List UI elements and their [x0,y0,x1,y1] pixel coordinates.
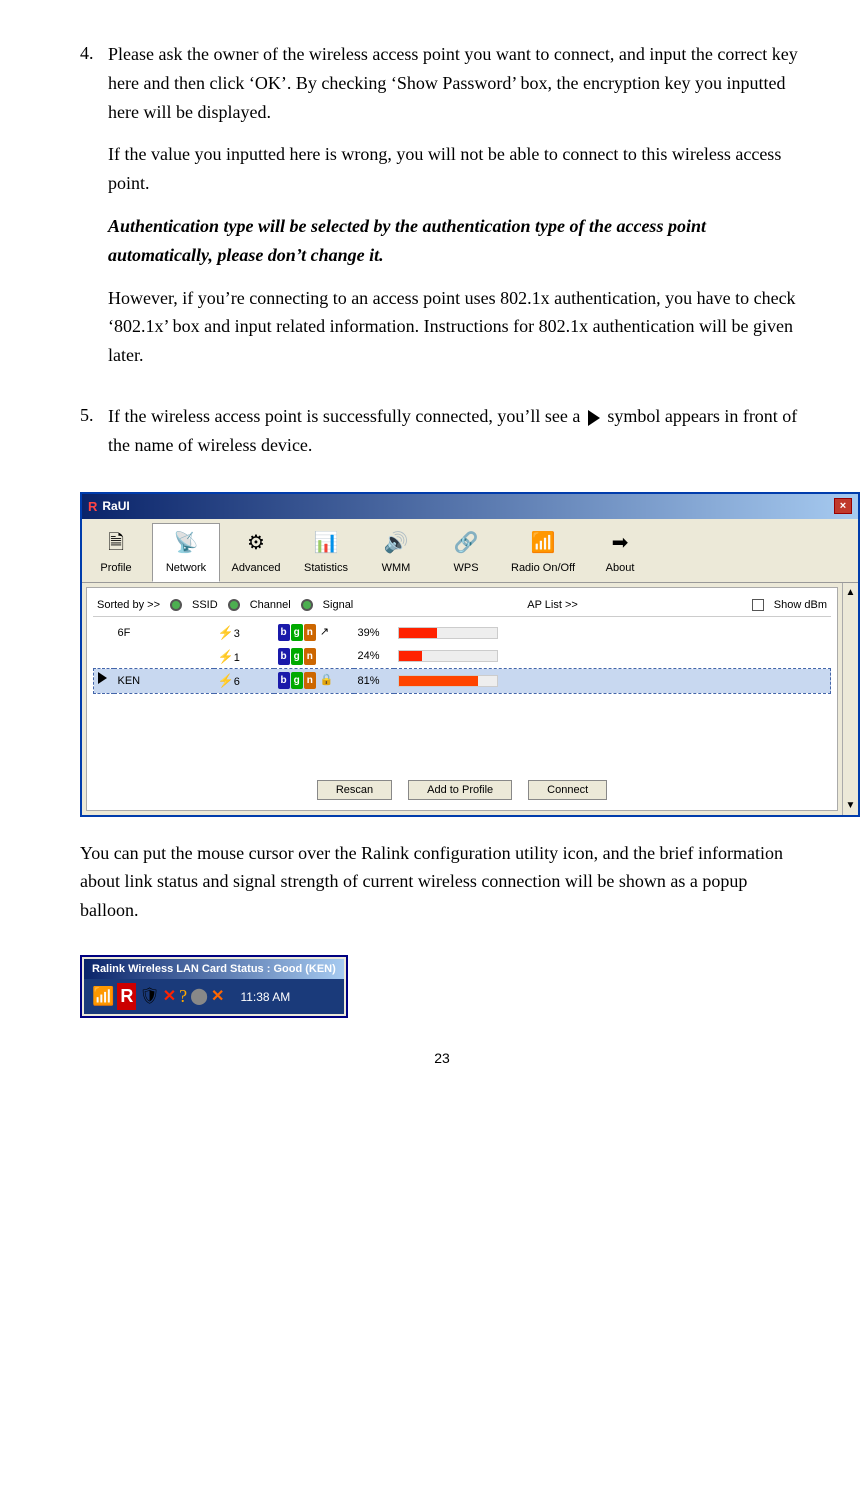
badges-cell: bgn [274,645,354,669]
show-dbm-label: Show dBm [774,597,827,614]
signal-radio [301,599,313,611]
ssid-cell [114,645,214,669]
sorted-by-label: Sorted by >> [97,597,160,614]
tab-radio-onoff[interactable]: 📶 Radio On/Off [502,523,584,582]
scroll-up-arrow[interactable]: ▲ [844,583,858,602]
taskbar-popup-title: Ralink Wireless LAN Card Status : Good (… [84,959,344,980]
item-4-para3: Authentication type will be selected by … [108,212,804,270]
raui-window: R RaUI × 🗎 Profile 📡 Network ⚙ Advanced … [80,492,860,817]
tab-statistics-label: Statistics [304,560,348,577]
badges-cell: bgn ↗ [274,621,354,645]
taskbar-popup: Ralink Wireless LAN Card Status : Good (… [80,955,348,1019]
raui-logo: R [88,497,97,517]
tab-network[interactable]: 📡 Network [152,523,220,582]
tab-about[interactable]: ➡ About [586,523,654,582]
table-row[interactable]: ⚡1 bgn 24% [94,645,831,669]
tab-wmm[interactable]: 🔊 WMM [362,523,430,582]
item-5-number: 5. [80,402,108,474]
about-icon: ➡ [612,528,629,558]
show-dbm-checkbox[interactable] [752,599,764,611]
item-5-text: If the wireless access point is successf… [108,402,804,460]
raui-title: RaUI [102,497,129,515]
tab-about-label: About [606,560,635,577]
wmm-icon: 🔊 [384,528,409,558]
rescan-button[interactable]: Rescan [317,780,392,800]
close-button[interactable]: × [834,498,852,514]
page-number: 23 [80,1048,804,1069]
raui-tabs: 🗎 Profile 📡 Network ⚙ Advanced 📊 Statist… [82,519,858,583]
tab-advanced[interactable]: ⚙ Advanced [222,523,290,582]
radio-icon: 📶 [531,528,556,558]
ssid-cell: 6F [114,621,214,645]
selected-row-arrow [98,672,107,684]
ssid-radio [170,599,182,611]
titlebar-left: R RaUI [88,497,130,517]
taskbar-popup-container: Ralink Wireless LAN Card Status : Good (… [80,943,804,1019]
tab-wmm-label: WMM [382,560,411,577]
signal-bar-cell [394,669,831,694]
item-4-para4: However, if you’re connecting to an acce… [108,284,804,370]
network-icon: 📡 [174,528,199,558]
para-after-window: You can put the mouse cursor over the Ra… [80,839,804,925]
raui-titlebar: R RaUI × [82,494,858,520]
tab-radio-label: Radio On/Off [511,560,575,577]
taskbar-popup-body: 📶 R 🛡 ✕ ? ⬤ ✕ 11:38 AM [84,979,344,1014]
x-red-icon: ✕ [163,985,176,1009]
advanced-icon: ⚙ [247,528,265,558]
tab-wps[interactable]: 🔗 WPS [432,523,500,582]
empty-space [93,694,831,774]
wifi-signal-icon: 📶 [92,983,114,1010]
taskbar-time: 11:38 AM [240,988,290,1006]
tab-network-label: Network [166,560,206,577]
ap-list-label: AP List >> [363,597,742,614]
channel-label: Channel [250,597,291,614]
signal-bar-cell [394,645,831,669]
ssid-label: SSID [192,597,218,614]
ralink-r-icon: R [117,983,136,1010]
connect-button[interactable]: Connect [528,780,607,800]
signal-pct-cell: 39% [354,621,394,645]
raui-buttons: Rescan Add to Profile Connect [93,774,831,804]
table-row[interactable]: 6F ⚡3 bgn ↗ 39% [94,621,831,645]
arrow-right-icon [588,410,600,426]
raui-toolbar: Sorted by >> SSID Channel Signal AP List… [93,594,831,618]
channel-cell: ⚡6 [214,669,274,694]
statistics-icon: 📊 [314,528,339,558]
signal-bar-cell [394,621,831,645]
x-orange-icon: ✕ [211,985,224,1009]
item-4-para2: If the value you inputted here is wrong,… [108,140,804,198]
add-to-profile-button[interactable]: Add to Profile [408,780,512,800]
scrollbar[interactable]: ▲ ▼ [842,583,858,815]
item-4-number: 4. [80,40,108,384]
raui-body: Sorted by >> SSID Channel Signal AP List… [86,587,838,811]
tab-statistics[interactable]: 📊 Statistics [292,523,360,582]
badges-cell: bgn 🔒 [274,669,354,694]
shield-icon: 🛡 [139,985,159,1009]
signal-pct-cell: 24% [354,645,394,669]
signal-label: Signal [323,597,354,614]
question-icon: ? [179,983,187,1010]
ap-table: 6F ⚡3 bgn ↗ 39% [93,621,831,694]
tab-advanced-label: Advanced [232,560,281,577]
table-row[interactable]: KEN ⚡6 bgn 🔒 81% [94,669,831,694]
taskbar-icons: 📶 R 🛡 ✕ ? ⬤ ✕ [92,983,224,1010]
channel-radio [228,599,240,611]
item-4-para1: Please ask the owner of the wireless acc… [108,40,804,126]
channel-cell: ⚡1 [214,645,274,669]
tab-wps-label: WPS [453,560,478,577]
signal-pct-cell: 81% [354,669,394,694]
tab-profile-label: Profile [100,560,131,577]
scroll-down-arrow[interactable]: ▼ [844,796,858,815]
ssid-cell: KEN [114,669,214,694]
profile-icon: 🗎 [108,528,124,558]
tab-profile[interactable]: 🗎 Profile [82,523,150,582]
wps-icon: 🔗 [454,528,479,558]
channel-cell: ⚡3 [214,621,274,645]
circle-icon: ⬤ [190,985,208,1009]
